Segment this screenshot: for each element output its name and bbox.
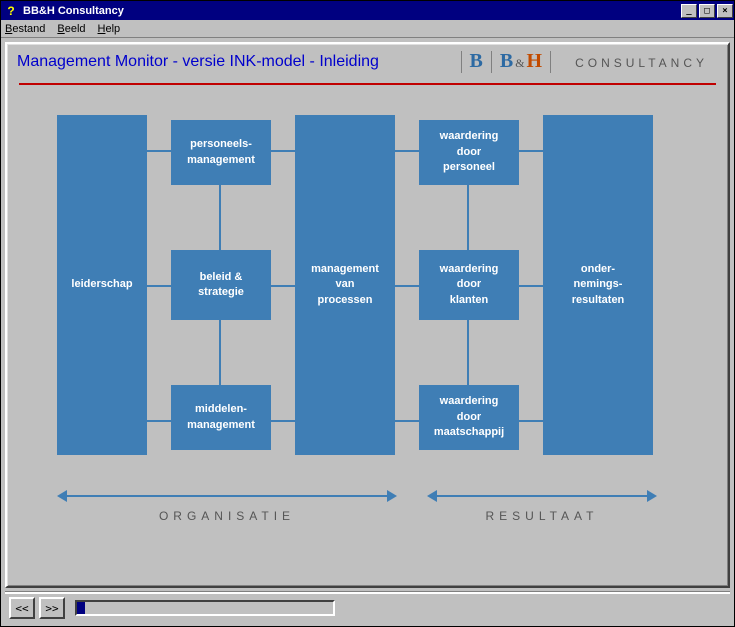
logo-sep-3 bbox=[550, 51, 551, 73]
connector bbox=[395, 420, 419, 422]
connector bbox=[147, 420, 171, 422]
menu-beeld[interactable]: Beeld bbox=[57, 23, 85, 35]
maximize-button[interactable]: □ bbox=[699, 4, 715, 18]
box-middelenmanagement[interactable]: middelen- management bbox=[171, 385, 271, 450]
label-organisatie: ORGANISATIE bbox=[67, 509, 387, 523]
connector bbox=[271, 285, 295, 287]
connector bbox=[147, 285, 171, 287]
arrows-row: ORGANISATIE RESULTAAT bbox=[47, 485, 688, 535]
progress-fill bbox=[77, 602, 85, 614]
menu-beeld-rest: eeld bbox=[65, 23, 86, 35]
menu-help-rest: elp bbox=[105, 23, 120, 35]
connector bbox=[467, 320, 469, 385]
box-waardering-maatschappij[interactable]: waardering door maatschappij bbox=[419, 385, 519, 450]
connector bbox=[147, 150, 171, 152]
header-row: Management Monitor - versie INK-model - … bbox=[7, 44, 728, 73]
connector bbox=[271, 150, 295, 152]
progress-bar bbox=[75, 600, 335, 616]
box-beleid-strategie[interactable]: beleid & strategie bbox=[171, 250, 271, 320]
box-management-processen[interactable]: management van processen bbox=[295, 115, 395, 455]
box-leiderschap[interactable]: leiderschap bbox=[57, 115, 147, 455]
connector bbox=[519, 285, 543, 287]
connector bbox=[395, 285, 419, 287]
arrow-organisatie bbox=[67, 495, 387, 497]
box-waardering-personeel[interactable]: waardering door personeel bbox=[419, 120, 519, 185]
menubar: Bestand Beeld Help bbox=[1, 20, 734, 38]
content-area: Management Monitor - versie INK-model - … bbox=[1, 38, 734, 626]
app-icon: ? bbox=[3, 3, 19, 19]
connector bbox=[271, 420, 295, 422]
logo-consultancy: CONSULTANCY bbox=[575, 56, 708, 70]
minimize-button[interactable]: _ bbox=[681, 4, 697, 18]
menu-bestand[interactable]: Bestand bbox=[5, 23, 45, 35]
logo-b1: B bbox=[470, 50, 483, 73]
next-button[interactable]: >> bbox=[39, 597, 65, 619]
connector bbox=[219, 320, 221, 385]
logo: B B & H CONSULTANCY bbox=[453, 50, 719, 73]
box-personeelsmanagement[interactable]: personeels- management bbox=[171, 120, 271, 185]
connector bbox=[519, 150, 543, 152]
logo-sep-2 bbox=[491, 51, 492, 73]
arrow-resultaat bbox=[437, 495, 647, 497]
ink-model-diagram: leiderschap personeels- management belei… bbox=[47, 115, 688, 475]
connector bbox=[395, 150, 419, 152]
bottombar: << >> bbox=[5, 592, 730, 622]
window-controls: _ □ × bbox=[680, 3, 734, 19]
close-button[interactable]: × bbox=[717, 4, 733, 18]
main-panel: Management Monitor - versie INK-model - … bbox=[5, 42, 730, 588]
window-title: BB&H Consultancy bbox=[23, 5, 680, 17]
divider-red bbox=[19, 83, 716, 85]
logo-h: H bbox=[527, 50, 543, 73]
logo-b2: B bbox=[500, 50, 513, 73]
connector bbox=[519, 420, 543, 422]
box-ondernemingsresultaten[interactable]: onder- nemings- resultaten bbox=[543, 115, 653, 455]
titlebar: ? BB&H Consultancy _ □ × bbox=[1, 1, 734, 20]
prev-button[interactable]: << bbox=[9, 597, 35, 619]
connector bbox=[467, 185, 469, 250]
app-window: ? BB&H Consultancy _ □ × Bestand Beeld H… bbox=[0, 0, 735, 627]
logo-amp: & bbox=[515, 56, 524, 71]
box-waardering-klanten[interactable]: waardering door klanten bbox=[419, 250, 519, 320]
menu-bestand-rest: estand bbox=[12, 23, 45, 35]
logo-sep-1 bbox=[461, 51, 462, 73]
label-resultaat: RESULTAAT bbox=[437, 509, 647, 523]
page-title: Management Monitor - versie INK-model - … bbox=[17, 53, 379, 71]
menu-help[interactable]: Help bbox=[98, 23, 121, 35]
connector bbox=[219, 185, 221, 250]
